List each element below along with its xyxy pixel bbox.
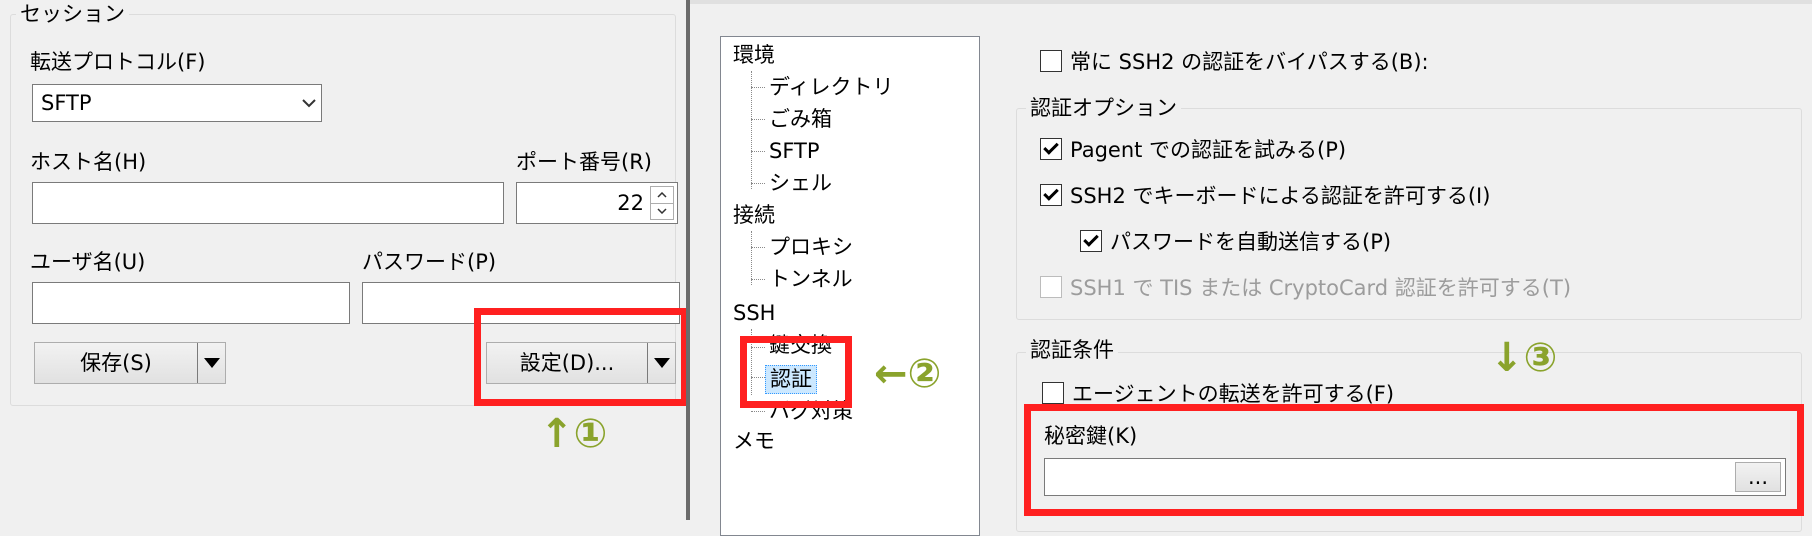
pageant-checkbox[interactable] [1040, 138, 1062, 160]
tree-connector [751, 119, 765, 120]
spin-up-icon[interactable] [651, 187, 673, 204]
autopass-checkbox[interactable] [1080, 230, 1102, 252]
agent-forward-checkbox[interactable] [1042, 382, 1064, 404]
session-group-title: セッション [16, 4, 129, 25]
tree-node-memo[interactable]: メモ [733, 431, 775, 452]
dialog-title-bar-fragment [690, 0, 1812, 4]
auth-options-title: 認証オプション [1026, 98, 1181, 119]
user-input[interactable] [32, 282, 350, 324]
port-spinner[interactable] [650, 186, 674, 220]
tree-connector [751, 87, 765, 88]
tree-node-env[interactable]: 環境 [733, 45, 775, 66]
annotation-step1: ↑① [540, 411, 608, 457]
port-value: 22 [617, 190, 644, 215]
save-button-label: 保存(S) [80, 350, 152, 375]
checkmark-icon [1083, 231, 1099, 247]
chevron-down-icon [297, 98, 321, 108]
host-label: ホスト名(H) [30, 150, 147, 174]
annotation-step2: ←② [874, 351, 942, 397]
tree-node-proxy[interactable]: プロキシ [769, 237, 853, 258]
protocol-label: 転送プロトコル(F) [30, 50, 206, 74]
spin-down-icon[interactable] [651, 204, 673, 220]
user-label: ユーザ名(U) [30, 250, 146, 274]
tree-connector [751, 247, 765, 248]
tree-connector [751, 411, 765, 412]
tree-node-ssh[interactable]: SSH [733, 303, 775, 324]
highlight-private-key [1024, 404, 1804, 516]
tree-connector [751, 71, 752, 189]
annotation-step3: ↓③ [1490, 335, 1558, 381]
category-tree[interactable]: 環境 ディレクトリ ごみ箱 SFTP シェル 接続 プロキシ トンネル SSH … [720, 36, 980, 536]
tree-node-shell[interactable]: シェル [769, 173, 832, 194]
tree-node-trash[interactable]: ごみ箱 [769, 109, 832, 130]
tree-node-tunnel[interactable]: トンネル [769, 269, 853, 290]
host-input[interactable] [32, 182, 504, 224]
tree-connector [751, 279, 765, 280]
tree-connector [751, 231, 752, 285]
bypass-label: 常に SSH2 の認証をバイパスする(B): [1070, 50, 1429, 74]
checkmark-icon [1043, 185, 1059, 201]
tree-connector [751, 183, 765, 184]
save-dropdown-arrow[interactable] [197, 343, 225, 383]
save-button[interactable]: 保存(S) [34, 342, 226, 384]
port-label: ポート番号(R) [516, 150, 652, 174]
agent-forward-label: エージェントの転送を許可する(F) [1072, 382, 1395, 406]
keyboard-auth-checkbox[interactable] [1040, 184, 1062, 206]
tree-node-connection[interactable]: 接続 [733, 205, 775, 226]
tree-node-sftp[interactable]: SFTP [769, 141, 820, 162]
autopass-label: パスワードを自動送信する(P) [1110, 230, 1392, 254]
tree-node-directory[interactable]: ディレクトリ [769, 77, 894, 98]
pageant-label: Pagent での認証を試みる(P) [1070, 138, 1347, 162]
keyboard-auth-label: SSH2 でキーボードによる認証を許可する(I) [1070, 184, 1491, 208]
tis-checkbox[interactable] [1040, 276, 1062, 298]
protocol-select[interactable]: SFTP [32, 84, 322, 122]
highlight-auth-node [740, 336, 852, 408]
password-label: パスワード(P) [362, 250, 497, 274]
tis-label: SSH1 で TIS または CryptoCard 認証を許可する(T) [1070, 276, 1572, 300]
caret-down-icon [203, 358, 220, 368]
port-input[interactable]: 22 [516, 182, 678, 224]
checkmark-icon [1043, 139, 1059, 155]
highlight-settings-button [474, 308, 688, 406]
auth-conditions-title: 認証条件 [1026, 340, 1118, 361]
session-panel: セッション 転送プロトコル(F) SFTP ホスト名(H) ポート番号(R) 2… [0, 0, 688, 520]
bypass-checkbox[interactable] [1040, 50, 1062, 72]
protocol-select-value: SFTP [41, 90, 92, 115]
settings-dialog: 環境 ディレクトリ ごみ箱 SFTP シェル 接続 プロキシ トンネル SSH … [690, 0, 1812, 536]
tree-connector [751, 151, 765, 152]
